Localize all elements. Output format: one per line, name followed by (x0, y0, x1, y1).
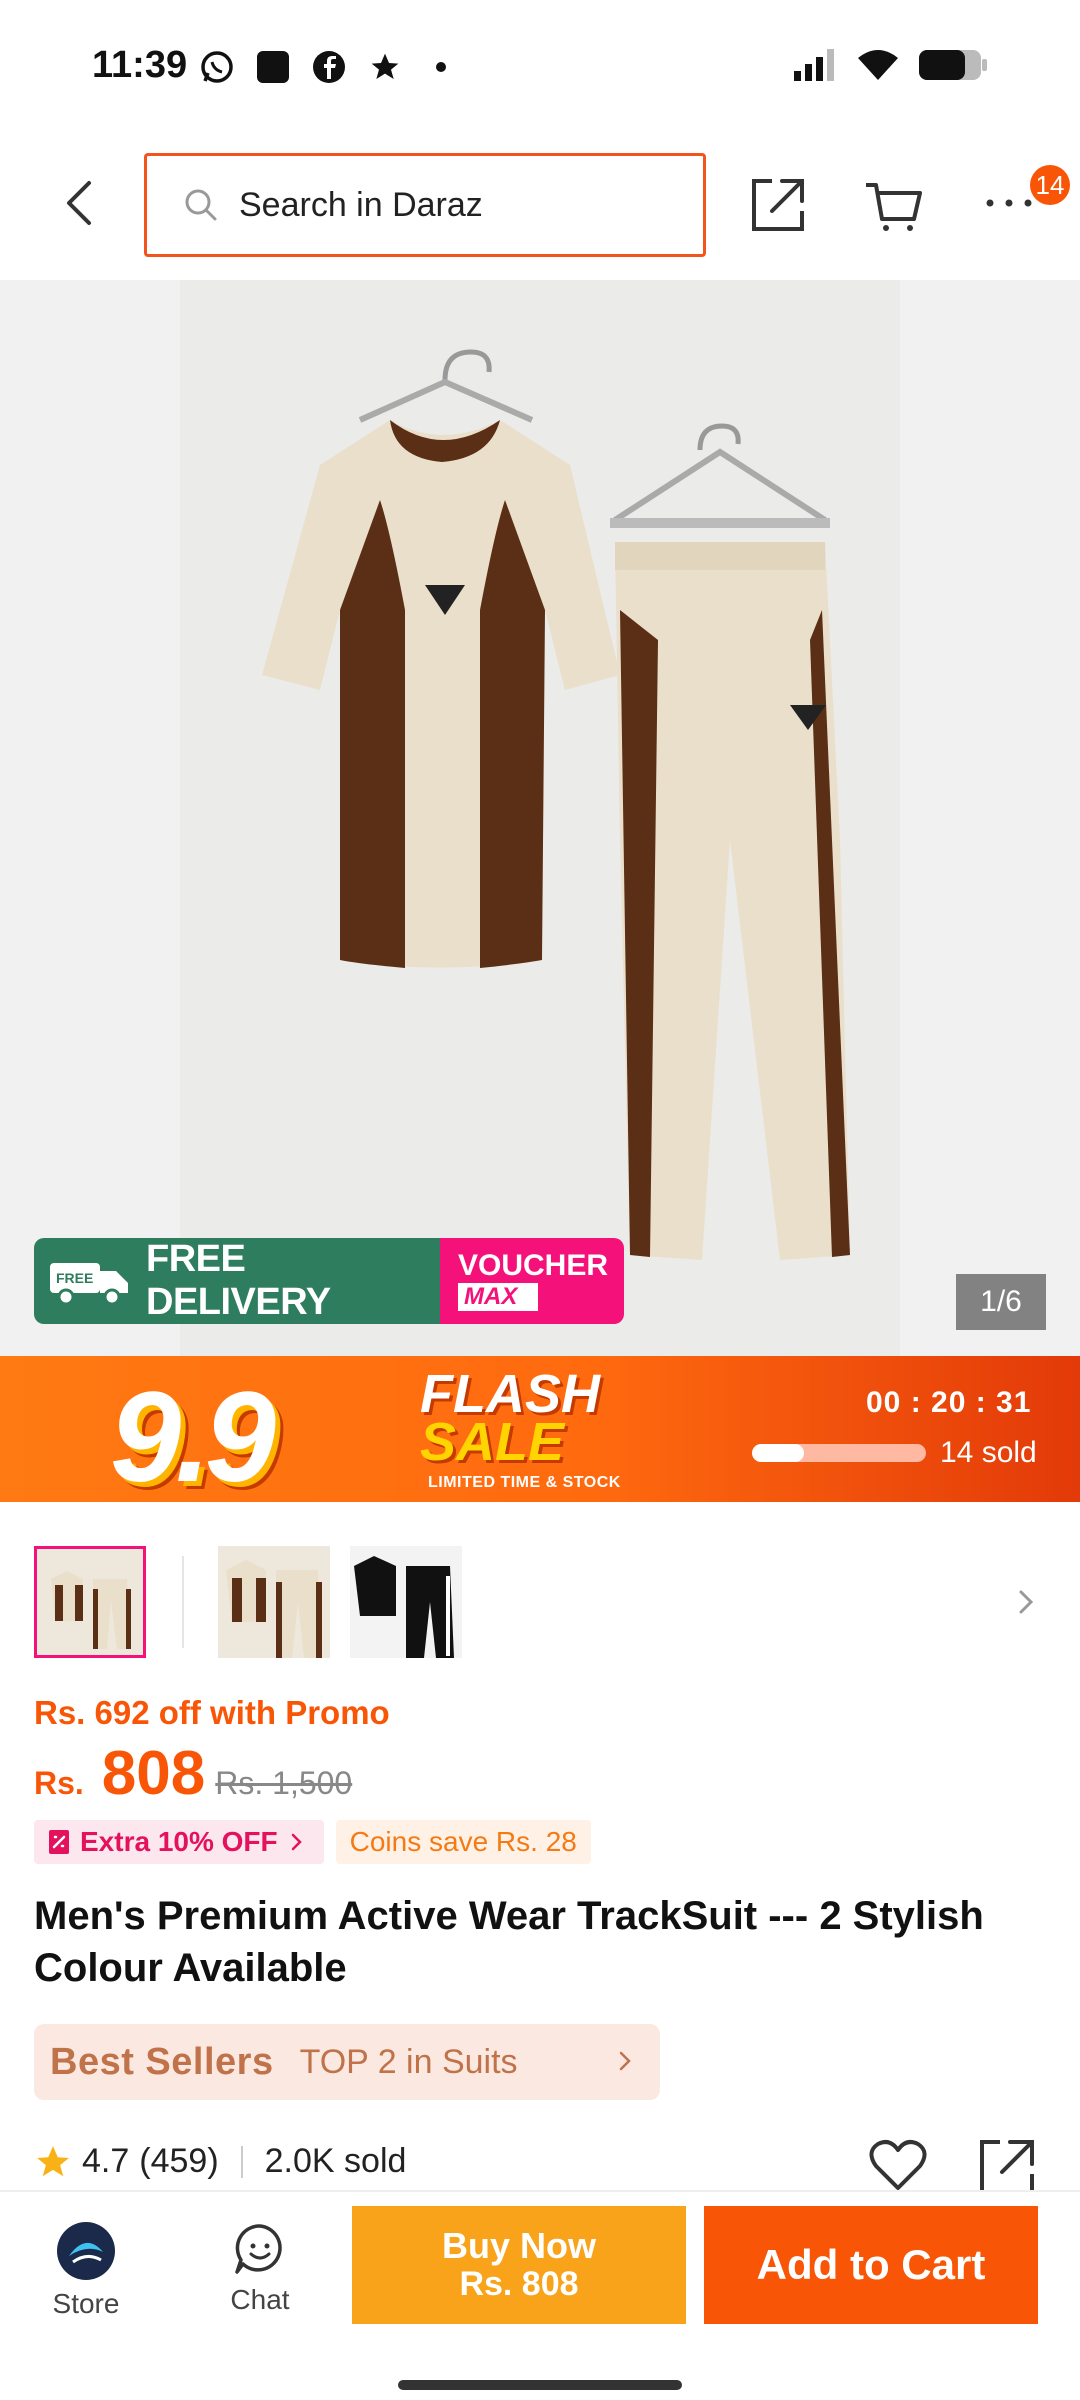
buy-now-button[interactable]: Buy Now Rs. 808 (352, 2206, 686, 2324)
chat-label: Chat (230, 2284, 290, 2315)
thumbnail-2[interactable] (218, 1546, 330, 1658)
coins-save-tag[interactable]: Coins save Rs. 28 (335, 1820, 591, 1864)
back-button[interactable] (50, 173, 110, 233)
chevron-right-icon (291, 1833, 302, 1851)
thumbnail-next-button[interactable] (1006, 1582, 1046, 1622)
free-delivery-badge: FREE FREE DELIVERY (34, 1238, 440, 1324)
chat-button[interactable]: Chat (210, 2222, 310, 2316)
chat-icon (235, 2224, 282, 2274)
store-button[interactable]: Store (36, 2222, 136, 2320)
image-counter: 1/6 (956, 1274, 1046, 1330)
thumbnail-strip (34, 1546, 1046, 1658)
store-label: Store (52, 2288, 120, 2319)
sold-count: 2.0K sold (264, 2142, 407, 2180)
signal-icon (794, 49, 838, 86)
thumbnail-beige-variant-image (218, 1546, 330, 1658)
rating-divider (240, 2145, 243, 2178)
share-button[interactable] (746, 173, 810, 237)
wishlist-button[interactable] (868, 2138, 928, 2194)
dot-icon (422, 48, 460, 86)
thumbnail-3[interactable] (350, 1546, 462, 1658)
whatsapp-icon (198, 48, 236, 86)
rating-value: 4.7 (82, 2142, 130, 2180)
share-icon (752, 179, 804, 231)
bestseller-banner[interactable]: Best Sellers TOP 2 in Suits (34, 2024, 660, 2100)
sale-word: SALE (420, 1412, 565, 1472)
voucher-label: VOUCHER (458, 1249, 609, 1282)
share-product-button[interactable] (976, 2136, 1038, 2198)
sold-progress-bar (752, 1444, 926, 1462)
share-icon (980, 2140, 1034, 2194)
facebook-icon (310, 48, 348, 86)
promo-badge-bar[interactable]: FREE FREE DELIVERY VOUCHER MAX (34, 1238, 624, 1324)
flash-sold-count: 14 sold (940, 1436, 1037, 1469)
promo-tags: Extra 10% OFF Coins save Rs. 28 (34, 1820, 591, 1864)
flash-sale-banner[interactable]: 9.9 FLASH SALE LIMITED TIME & STOCK 00 :… (0, 1356, 1080, 1502)
event-label: 9.9 (110, 1366, 276, 1502)
notification-icons (198, 48, 460, 86)
extra-off-label: Extra 10% OFF (80, 1826, 278, 1857)
star-icon (366, 48, 404, 86)
promo-discount-text: Rs. 692 off with Promo (34, 1694, 390, 1731)
thumbnail-1[interactable] (34, 1546, 146, 1658)
rating-star-icon (37, 2145, 69, 2176)
product-title: Men's Premium Active Wear TrackSuit --- … (34, 1894, 984, 1990)
buy-now-label: Buy Now (441, 2225, 596, 2266)
battery-icon (918, 48, 988, 87)
status-time: 11:39 (92, 44, 188, 86)
search-input[interactable]: Search in Daraz (144, 153, 706, 257)
coupon-icon (49, 1830, 69, 1854)
voucher-max-label: MAX (458, 1283, 538, 1311)
voucher-max-badge: VOUCHER MAX (440, 1238, 624, 1324)
wifi-icon (856, 48, 900, 87)
free-mini-text: FREE (56, 1270, 93, 1286)
price-value: 808 (101, 1739, 206, 1808)
truck-icon: FREE (50, 1263, 128, 1306)
store-logo-icon (57, 2222, 115, 2280)
bestseller-rank: TOP 2 in Suits (299, 2042, 518, 2081)
bottom-action-bar: Store Chat Buy Now Rs. 808 Add to Cart (0, 2190, 1080, 2400)
add-to-cart-button[interactable]: Add to Cart (704, 2206, 1038, 2324)
app-icon (254, 48, 292, 86)
price-row: Rs. 808 Rs. 1,500 (34, 1738, 352, 1809)
more-badge: 14 (1030, 165, 1070, 205)
system-icons (794, 48, 988, 87)
extra-off-tag[interactable]: Extra 10% OFF (34, 1820, 324, 1864)
free-delivery-label: FREE DELIVERY (146, 1238, 331, 1323)
chevron-right-icon (1019, 1590, 1034, 1614)
cart-button[interactable] (862, 175, 924, 237)
thumbnail-beige-image (37, 1549, 143, 1655)
thumbnail-divider (182, 1556, 184, 1648)
product-gallery[interactable]: FREE FREE DELIVERY VOUCHER MAX 1/6 (0, 280, 1080, 1356)
chevron-right-icon (619, 2051, 631, 2071)
flash-tagline: LIMITED TIME & STOCK (428, 1474, 621, 1491)
price-currency: Rs. (34, 1765, 84, 1801)
cart-icon (866, 183, 922, 231)
heart-icon (869, 2140, 927, 2190)
countdown-timer: 00 : 20 : 31 (866, 1386, 1032, 1419)
bestseller-logo: Best Sellers (50, 2040, 274, 2083)
sold-progress-fill (752, 1444, 805, 1462)
review-count: (459) (139, 2142, 219, 2180)
more-button[interactable] (984, 185, 1034, 225)
flash-word: FLASH (420, 1364, 600, 1424)
thumbnail-black-variant-image (350, 1546, 462, 1658)
back-arrow-icon (67, 181, 91, 225)
original-price: Rs. 1,500 (215, 1765, 353, 1801)
search-icon (185, 189, 217, 221)
home-indicator[interactable] (398, 2380, 682, 2390)
top-nav: Search in Daraz 14 (0, 135, 1080, 280)
rating-row[interactable]: 4.7 (459) 2.0K sold (34, 2142, 406, 2181)
tracksuit-illustration (262, 349, 850, 1260)
product-image[interactable] (180, 280, 900, 1356)
search-placeholder: Search in Daraz (239, 185, 483, 224)
status-bar: 11:39 (0, 0, 1080, 135)
more-dots-icon (986, 199, 1032, 207)
flash-sale-logo: FLASH SALE (420, 1364, 600, 1472)
buy-now-price: Rs. 808 (459, 2265, 579, 2303)
